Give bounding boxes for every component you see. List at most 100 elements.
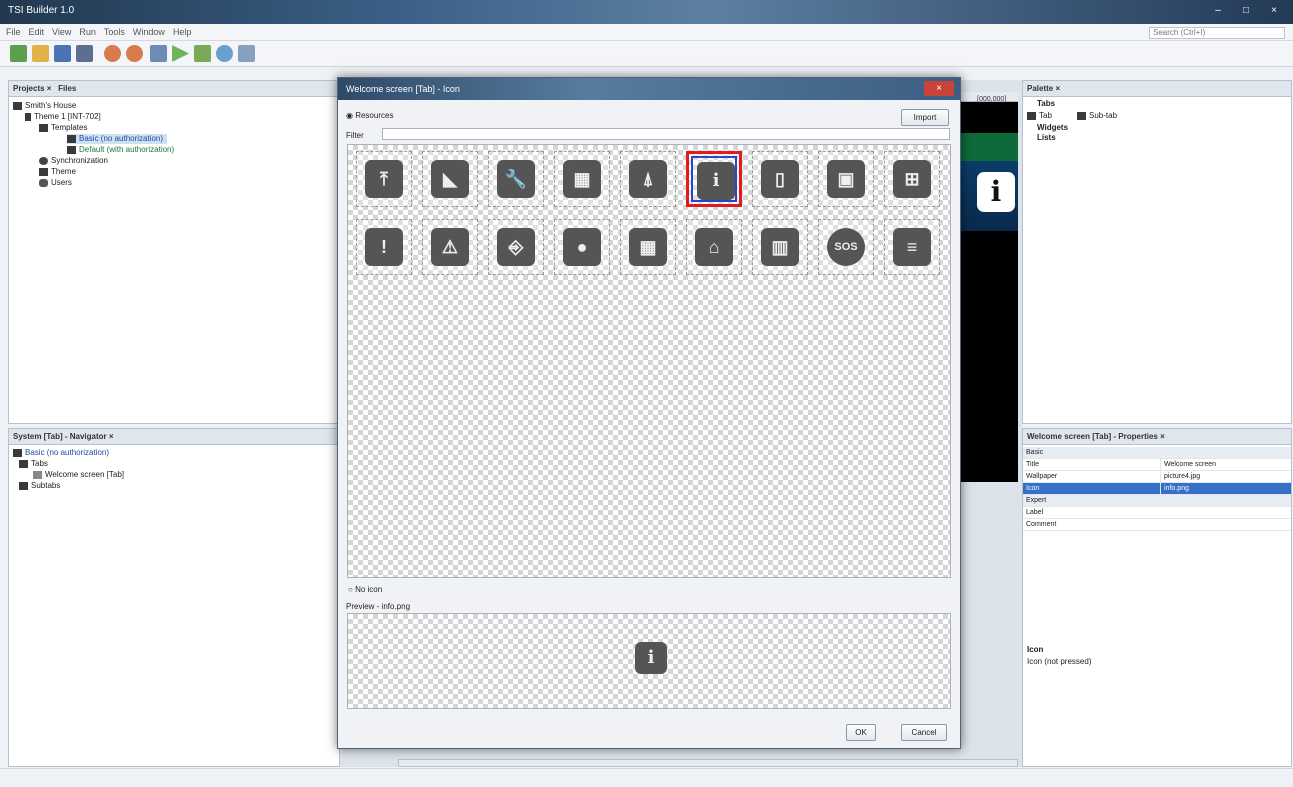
new-project-icon[interactable] — [10, 45, 27, 62]
menu-run[interactable]: Run — [79, 27, 96, 37]
nav-item-welcome[interactable]: Welcome screen [Tab] — [33, 470, 124, 480]
icon-tile[interactable]: ⤒ — [356, 151, 412, 207]
icon-tile[interactable]: ≡ — [884, 219, 940, 275]
icon-tile[interactable]: ● — [554, 219, 610, 275]
calculator-icon: ▦ — [563, 160, 601, 198]
palette-item-subtab[interactable]: Sub-tab — [1077, 111, 1117, 121]
filter-input[interactable] — [382, 128, 950, 140]
calendar-icon: ⤒ — [365, 160, 403, 198]
refresh-icon[interactable] — [216, 45, 233, 62]
icon-tile[interactable]: ⍋ — [620, 151, 676, 207]
minimize-button[interactable]: – — [1205, 3, 1231, 19]
group-basic[interactable]: Basic — [1023, 447, 1291, 459]
horizontal-scrollbar[interactable] — [398, 759, 1018, 767]
phone-icon: ▯ — [761, 160, 799, 198]
prop-row-label[interactable]: Label — [1023, 507, 1291, 519]
help-title: Icon — [1027, 645, 1044, 654]
palette-section-widgets[interactable]: Widgets — [1037, 123, 1068, 133]
exclamation-icon: ! — [365, 228, 403, 266]
icon-tile[interactable]: ⚠ — [422, 219, 478, 275]
template-icon — [67, 134, 76, 143]
tree-item-house[interactable]: Smith's House — [13, 101, 76, 111]
screen-icon: ▣ — [827, 160, 865, 198]
sos-icon: SOS — [827, 228, 865, 266]
build-icon[interactable] — [150, 45, 167, 62]
menu-help[interactable]: Help — [173, 27, 192, 37]
filter-label: Filter — [346, 131, 364, 140]
subtabs-icon — [19, 481, 28, 490]
undo-icon[interactable] — [104, 45, 121, 62]
prop-row-comment[interactable]: Comment — [1023, 519, 1291, 531]
ok-button[interactable]: OK — [846, 724, 876, 741]
subtab-icon — [1077, 111, 1086, 120]
icon-tile[interactable]: ⌂ — [686, 219, 742, 275]
tree-item-sync[interactable]: Synchronization — [39, 156, 108, 166]
icon-tile[interactable]: SOS — [818, 219, 874, 275]
debug-icon[interactable] — [194, 45, 211, 62]
properties-panel: Welcome screen [Tab] - Properties × Basi… — [1022, 428, 1292, 767]
icon-tile[interactable]: ▣ — [818, 151, 874, 207]
icon-tile[interactable]: ▯ — [752, 151, 808, 207]
dialog-close-button[interactable]: × — [924, 81, 954, 96]
template-icon — [67, 145, 76, 154]
home-icon: ⌂ — [695, 228, 733, 266]
prop-row-wallpaper[interactable]: Wallpaper picture4.jpg — [1023, 471, 1291, 483]
app-title: TSI Builder 1.0 — [8, 5, 75, 16]
palette-section-lists[interactable]: Lists — [1037, 133, 1056, 143]
cancel-button[interactable]: Cancel — [901, 724, 947, 741]
icon-tile[interactable]: ! — [356, 219, 412, 275]
import-button[interactable]: Import — [901, 109, 949, 126]
preview-header-bar — [955, 133, 1018, 161]
preview-info-icon[interactable]: i — [977, 172, 1015, 212]
icon-tile[interactable]: ◣ — [422, 151, 478, 207]
tab-files[interactable]: Files — [58, 84, 76, 93]
icon-tile[interactable]: ▦ — [554, 151, 610, 207]
tree-item-theme-folder[interactable]: Theme — [39, 167, 76, 177]
no-icon-radio[interactable]: ○ No icon — [348, 585, 382, 595]
icon-tile[interactable]: i — [686, 151, 742, 207]
tree-item-theme[interactable]: Theme 1 [INT-702] — [25, 112, 101, 122]
run-icon[interactable] — [172, 45, 189, 62]
tab-icon — [1027, 111, 1036, 120]
search-input[interactable]: Search (Ctrl+I) — [1149, 27, 1285, 39]
resources-radio[interactable]: ◉ Resources — [346, 111, 393, 121]
icon-tile[interactable]: ▦ — [620, 219, 676, 275]
tree-item-users[interactable]: Users — [39, 178, 72, 188]
save-all-icon[interactable] — [76, 45, 93, 62]
nav-item-basic[interactable]: Basic (no authorization) — [13, 448, 109, 458]
preview-info-icon: i — [635, 642, 667, 674]
palette-title: Palette × — [1023, 81, 1291, 97]
palette-section-tabs[interactable]: Tabs — [1037, 99, 1055, 109]
open-project-icon[interactable] — [32, 45, 49, 62]
redo-icon[interactable] — [126, 45, 143, 62]
maximize-button[interactable]: □ — [1233, 3, 1259, 19]
tree-item-basic[interactable]: Basic (no authorization) — [67, 134, 168, 144]
icon-tile[interactable]: 🔧 — [488, 151, 544, 207]
sync-icon — [39, 156, 48, 165]
nav-item-subtabs[interactable]: Subtabs — [19, 481, 60, 491]
icon-tile[interactable]: ⊞ — [884, 151, 940, 207]
icon-preview-area: i — [347, 613, 951, 709]
tree-item-default[interactable]: Default (with authorization) — [67, 145, 174, 155]
save-icon[interactable] — [54, 45, 71, 62]
menu-edit[interactable]: Edit — [29, 27, 45, 37]
icon-tile[interactable]: ▥ — [752, 219, 808, 275]
nav-item-tabs[interactable]: Tabs — [19, 459, 48, 469]
prop-row-icon[interactable]: Icon info.png — [1023, 483, 1291, 495]
icon-tile[interactable]: ⎆ — [488, 219, 544, 275]
group-expert[interactable]: Expert — [1023, 495, 1291, 507]
menu-window[interactable]: Window — [133, 27, 165, 37]
prop-row-title[interactable]: Title Welcome screen — [1023, 459, 1291, 471]
tab-projects[interactable]: Projects × — [13, 84, 51, 93]
theme-icon — [25, 112, 31, 121]
projects-header: Projects × Files — [9, 81, 339, 97]
tree-item-templates[interactable]: Templates — [39, 123, 87, 133]
deploy-icon[interactable] — [238, 45, 255, 62]
menu-file[interactable]: File — [6, 27, 21, 37]
close-button[interactable]: × — [1261, 3, 1287, 19]
menu-view[interactable]: View — [52, 27, 71, 37]
warning-icon: ⚠ — [431, 228, 469, 266]
info-icon: i — [697, 162, 735, 200]
menu-tools[interactable]: Tools — [104, 27, 125, 37]
palette-item-tab[interactable]: Tab — [1027, 111, 1052, 121]
